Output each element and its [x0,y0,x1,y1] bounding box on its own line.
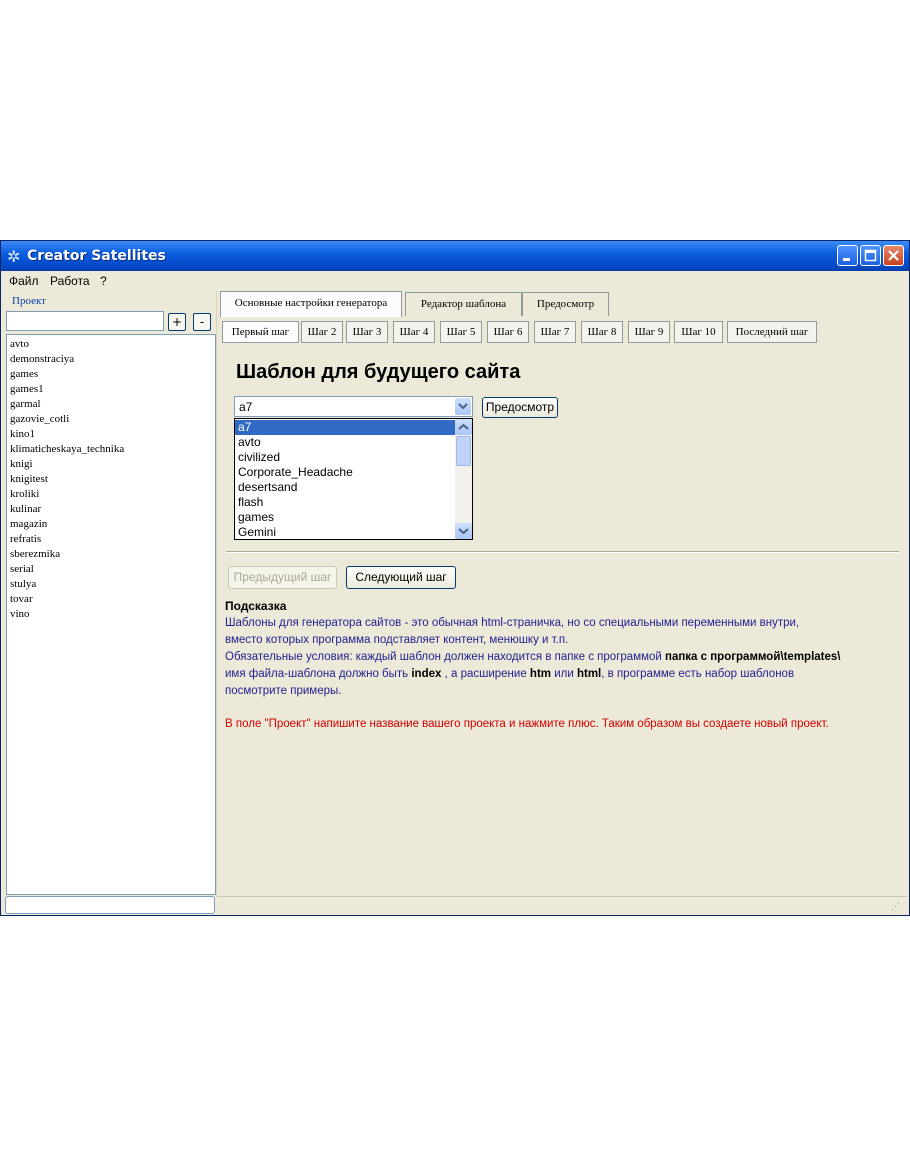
status-bar [217,896,907,897]
scroll-thumb[interactable] [456,436,471,466]
tab-template-editor[interactable]: Редактор шаблона [405,292,522,316]
scroll-down-button[interactable] [455,523,472,539]
template-option-gemini[interactable]: Gemini [235,525,455,539]
chevron-down-icon [458,528,469,535]
project-item-refratis[interactable]: refratis [10,532,41,546]
template-select[interactable]: a7 [234,396,473,417]
menu-bar: Файл Работа ? [1,271,909,291]
step-tab-first[interactable]: Первый шаг [222,321,299,343]
project-item-kulinar[interactable]: kulinar [10,502,41,516]
project-name-input[interactable] [6,311,164,331]
next-step-button[interactable]: Следующий шаг [346,566,456,589]
app-window: ✲ Creator Satellites Файл Работа ? Проек… [0,240,910,916]
page-heading: Шаблон для будущего сайта [236,361,521,383]
app-icon: ✲ [7,249,21,266]
remove-project-button[interactable]: - [193,313,211,331]
tab-generator-settings[interactable]: Основные настройки генератора [220,291,402,317]
warning-text: В поле "Проект" напишите название вашего… [225,718,829,730]
hint-line-2: вместо которых программа подставляет кон… [225,634,569,646]
step-tab-4[interactable]: Шаг 4 [393,321,435,343]
step-tab-10[interactable]: Шаг 10 [674,321,723,343]
previous-step-button[interactable]: Предыдущий шаг [228,566,337,589]
dropdown-button[interactable] [455,398,471,415]
divider [226,551,899,553]
template-option-corporate-headache[interactable]: Corporate_Headache [235,465,455,480]
hint-index: index [411,668,442,680]
scroll-up-button[interactable] [455,419,472,435]
template-select-value: a7 [239,400,253,414]
hint-line-1: Шаблоны для генератора сайтов - это обыч… [225,617,800,629]
project-label: Проект [12,295,46,307]
hint-line-3-text: Обязательные условия: каждый шаблон долж… [225,651,666,663]
hint-line-5: посмотрите примеры. [225,685,342,697]
tab-preview[interactable]: Предосмотр [522,292,609,316]
project-item-garmal[interactable]: garmal [10,397,41,411]
close-button[interactable] [883,245,904,266]
preview-button[interactable]: Предосмотр [482,397,558,418]
step-tab-6[interactable]: Шаг 6 [487,321,529,343]
project-item-sberezmika[interactable]: sberezmika [10,547,60,561]
project-item-stulya[interactable]: stulya [10,577,36,591]
hint-html: html [576,668,602,680]
maximize-icon [864,249,877,262]
template-option-civilized[interactable]: civilized [235,450,455,465]
project-item-games[interactable]: games [10,367,38,381]
template-option-flash[interactable]: flash [235,495,455,510]
step-tab-7[interactable]: Шаг 7 [534,321,576,343]
hint-line-4-text-a: имя файла-шаблона должно быть [225,668,412,680]
hint-line-3: Обязательные условия: каждый шаблон долж… [225,650,840,664]
status-field [5,896,215,914]
panel-divider[interactable] [216,291,217,895]
step-tab-last[interactable]: Последний шаг [727,321,817,343]
project-item-knigi[interactable]: knigi [10,457,33,471]
template-option-avto[interactable]: avto [235,435,455,450]
step-tab-5[interactable]: Шаг 5 [440,321,482,343]
template-option-a7[interactable]: a7 [235,420,455,435]
template-option-desertsand[interactable]: desertsand [235,480,455,495]
step-tab-3[interactable]: Шаг 3 [346,321,388,343]
maximize-button[interactable] [860,245,881,266]
project-item-avto[interactable]: avto [10,337,29,351]
window-title: Creator Satellites [27,248,166,264]
template-dropdown-list[interactable]: a7 avto civilized Corporate_Headache des… [234,418,473,540]
project-item-serial[interactable]: serial [10,562,34,576]
hint-line-4-text-e: или [551,668,577,680]
menu-work[interactable]: Работа [50,274,90,288]
chevron-down-icon [458,403,468,410]
minimize-icon [843,258,850,261]
hint-htm: htm [529,668,552,680]
project-item-knigitest[interactable]: knigitest [10,472,48,486]
project-item-games1[interactable]: games1 [10,382,44,396]
project-item-vino[interactable]: vino [10,607,30,621]
resize-grip-icon[interactable]: ⋰ [891,901,900,912]
template-option-games[interactable]: games [235,510,455,525]
project-item-demonstraciya[interactable]: demonstraciya [10,352,74,366]
project-list[interactable]: avto demonstraciya games games1 garmal g… [6,334,216,895]
hint-title: Подсказка [225,599,287,613]
menu-help[interactable]: ? [100,274,107,288]
project-panel: Проект + - avto demonstraciya games game… [5,291,216,895]
hint-line-4-text-g: , в программе есть набор шаблонов [601,668,795,680]
close-icon [888,250,899,261]
project-item-magazin[interactable]: magazin [10,517,47,531]
title-bar[interactable]: ✲ Creator Satellites [1,241,909,271]
step-tab-9[interactable]: Шаг 9 [628,321,670,343]
project-item-kroliki[interactable]: kroliki [10,487,39,501]
project-item-tovar[interactable]: tovar [10,592,33,606]
hint-path: папка с программой\templates\ [665,651,841,663]
add-project-button[interactable]: + [168,313,186,331]
minimize-button[interactable] [837,245,858,266]
project-item-gazovie-cotli[interactable]: gazovie_cotli [10,412,69,426]
hint-line-4: имя файла-шаблона должно быть index , а … [225,667,794,681]
menu-file[interactable]: Файл [9,274,39,288]
project-item-kino1[interactable]: kino1 [10,427,35,441]
chevron-up-icon [458,423,469,430]
project-item-klimaticheskaya-technika[interactable]: klimaticheskaya_technika [10,442,124,456]
step-tab-2[interactable]: Шаг 2 [301,321,343,343]
step-tab-8[interactable]: Шаг 8 [581,321,623,343]
hint-line-4-text-c: , а расширение [441,668,530,680]
dropdown-scrollbar[interactable] [455,419,472,539]
